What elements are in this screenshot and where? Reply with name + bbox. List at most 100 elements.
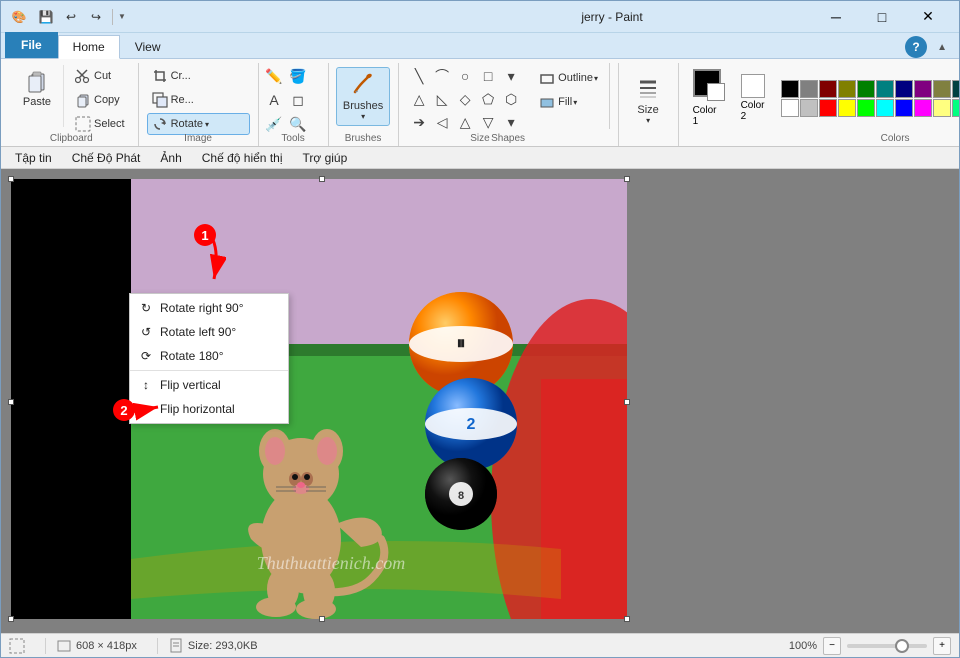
- size-button[interactable]: Size ▾: [628, 71, 668, 130]
- pencil-button[interactable]: ✏️: [263, 65, 285, 87]
- rotate-left-90-item[interactable]: ↺ Rotate left 90°: [130, 320, 288, 344]
- menu-anh[interactable]: Ảnh: [150, 149, 191, 167]
- rotate-right-icon: ↻: [138, 300, 154, 316]
- color-cell-6[interactable]: [895, 80, 913, 98]
- color-cell-4[interactable]: [857, 80, 875, 98]
- diamond-shape[interactable]: ◇: [454, 88, 476, 110]
- crop-button[interactable]: Cr...: [147, 65, 250, 87]
- cut-button[interactable]: Cut: [70, 65, 130, 87]
- save-button[interactable]: 💾: [35, 6, 57, 28]
- selection-handle-tl[interactable]: [8, 176, 14, 182]
- window-controls: ─ □ ✕: [813, 1, 951, 33]
- selection-handle-mr[interactable]: [624, 399, 630, 405]
- flip-vertical-item[interactable]: ↕ Flip vertical: [130, 373, 288, 397]
- color-cell-2[interactable]: [819, 80, 837, 98]
- color-cell-18[interactable]: [857, 99, 875, 117]
- arrow-left-shape[interactable]: ◁: [431, 111, 453, 133]
- fill-tool-button[interactable]: 🪣: [287, 65, 309, 87]
- text-button[interactable]: A: [263, 89, 285, 111]
- right-triangle-shape[interactable]: ◺: [431, 88, 453, 110]
- color-cell-0[interactable]: [781, 80, 799, 98]
- zoom-slider-thumb[interactable]: [895, 639, 909, 653]
- outline-button[interactable]: Outline ▾: [534, 67, 603, 89]
- selection-handle-br[interactable]: [624, 616, 630, 622]
- svg-text:Thuthuattienich.com: Thuthuattienich.com: [257, 553, 405, 573]
- paste-button[interactable]: Paste: [15, 65, 59, 113]
- color1-button[interactable]: Color 1: [691, 67, 723, 129]
- zoom-slider-track[interactable]: [847, 644, 927, 648]
- color-cell-1[interactable]: [800, 80, 818, 98]
- color-cell-3[interactable]: [838, 80, 856, 98]
- zoom-out-button[interactable]: −: [823, 637, 841, 655]
- ribbon-collapse-button[interactable]: ▲: [933, 40, 951, 55]
- tab-file[interactable]: File: [5, 32, 58, 58]
- rotate-180-item[interactable]: ⟳ Rotate 180°: [130, 344, 288, 368]
- triangle-shape[interactable]: △: [408, 88, 430, 110]
- menu-bar: Tập tin Chế Độ Phát Ảnh Chế độ hiển thị …: [1, 147, 959, 169]
- rotate-right-90-item[interactable]: ↻ Rotate right 90°: [130, 296, 288, 320]
- quick-access-dropdown[interactable]: ▼: [118, 12, 126, 21]
- curve-shape[interactable]: ⌒: [431, 65, 453, 87]
- oval-shape[interactable]: ○: [454, 65, 476, 87]
- arrow-up-shape[interactable]: △: [454, 111, 476, 133]
- maximize-button[interactable]: □: [859, 1, 905, 33]
- color-cell-15[interactable]: [800, 99, 818, 117]
- arrow-right-shape[interactable]: ➔: [408, 111, 430, 133]
- magnify-button[interactable]: 🔍: [287, 113, 309, 135]
- ribbon-right-buttons: ? ▲: [905, 36, 955, 58]
- resize-icon: [152, 92, 168, 108]
- fill-shape-button[interactable]: Fill ▾: [534, 91, 603, 113]
- color-cell-23[interactable]: [952, 99, 960, 117]
- eyedropper-button[interactable]: 💉: [263, 113, 285, 135]
- undo-button[interactable]: ↩: [60, 6, 82, 28]
- shapes-grid: ╲ ⌒ ○ □ ▾ △ ◺ ◇ ⬠ ⬡ ➔ ◁ △ ▽ ▾: [406, 63, 524, 135]
- shapes-scroll-down[interactable]: ▾: [500, 111, 522, 133]
- more-shapes[interactable]: ▾: [500, 65, 522, 87]
- color-cell-8[interactable]: [933, 80, 951, 98]
- tab-home[interactable]: Home: [58, 35, 120, 59]
- select-button[interactable]: Select: [70, 113, 130, 135]
- color-cell-9[interactable]: [952, 80, 960, 98]
- color-cell-22[interactable]: [933, 99, 951, 117]
- selection-handle-tr[interactable]: [624, 176, 630, 182]
- selection-handle-tm[interactable]: [319, 176, 325, 182]
- color-cell-19[interactable]: [876, 99, 894, 117]
- minimize-button[interactable]: ─: [813, 1, 859, 33]
- menu-chedo-hienthi[interactable]: Chế độ hiển thị: [192, 149, 293, 167]
- color-cell-7[interactable]: [914, 80, 932, 98]
- help-button[interactable]: ?: [905, 36, 927, 58]
- menu-chedophat[interactable]: Chế Độ Phát: [62, 149, 151, 167]
- color-cell-14[interactable]: [781, 99, 799, 117]
- color-cell-20[interactable]: [895, 99, 913, 117]
- canvas-image[interactable]: ⏸ 2 8: [11, 179, 627, 619]
- selection-handle-bm[interactable]: [319, 616, 325, 622]
- svg-text:8: 8: [458, 490, 464, 502]
- close-button[interactable]: ✕: [905, 1, 951, 33]
- brushes-button[interactable]: Brushes ▾: [336, 67, 390, 126]
- outline-fill-group: Outline ▾ Fill ▾: [528, 63, 610, 129]
- line-shape[interactable]: ╲: [408, 65, 430, 87]
- menu-trogiup[interactable]: Trợ giúp: [293, 149, 358, 167]
- flip-horizontal-item[interactable]: ↔ Flip horizontal: [130, 397, 288, 421]
- menu-taptin[interactable]: Tập tin: [5, 149, 62, 167]
- rotate-button[interactable]: Rotate ▾: [147, 113, 250, 135]
- selection-handle-ml[interactable]: [8, 399, 14, 405]
- status-dimensions: 608 × 418px: [45, 638, 137, 654]
- rect-shape[interactable]: □: [477, 65, 499, 87]
- color-cell-5[interactable]: [876, 80, 894, 98]
- brushes-icon: [351, 72, 375, 96]
- redo-button[interactable]: ↪: [85, 6, 107, 28]
- color-cell-16[interactable]: [819, 99, 837, 117]
- selection-handle-bl[interactable]: [8, 616, 14, 622]
- tab-view[interactable]: View: [120, 35, 176, 58]
- resize-button[interactable]: Re...: [147, 89, 250, 111]
- color-cell-21[interactable]: [914, 99, 932, 117]
- arrow-down-shape[interactable]: ▽: [477, 111, 499, 133]
- color2-button[interactable]: Color 2: [739, 72, 767, 124]
- pentagon-shape[interactable]: ⬠: [477, 88, 499, 110]
- eraser-button[interactable]: ◻: [287, 89, 309, 111]
- zoom-in-button[interactable]: +: [933, 637, 951, 655]
- hex-shape[interactable]: ⬡: [500, 88, 522, 110]
- copy-button[interactable]: Copy: [70, 89, 130, 111]
- color-cell-17[interactable]: [838, 99, 856, 117]
